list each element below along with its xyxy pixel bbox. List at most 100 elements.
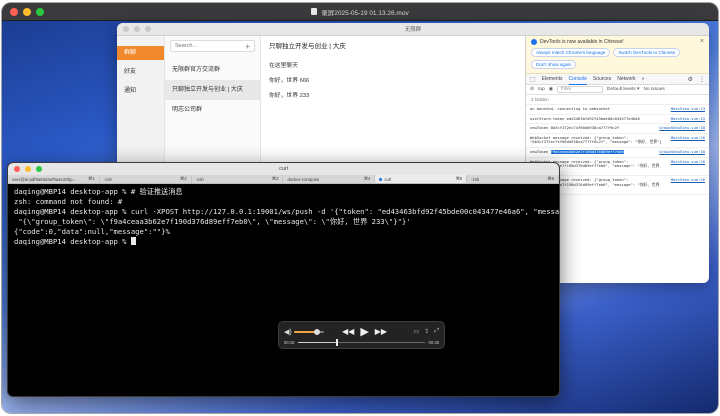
timeline: 00:15 00:48 — [284, 338, 439, 346]
console-log-text: newToken 0b3cf372ec74f60dd938ca777f9c2f — [530, 126, 620, 131]
more-icon[interactable]: ⋮ — [699, 76, 705, 83]
volume-slider[interactable] — [294, 328, 324, 335]
filter-input[interactable]: Filter — [556, 86, 603, 93]
quicktime-window: 录屏2025-05-19 01.13.26.mov 无限群 群聊 好友 通知 + — [2, 3, 718, 413]
dont-show-button[interactable]: Don't show again — [531, 60, 577, 69]
terminal-tab[interactable]: -zsh ⌘3 — [192, 175, 284, 183]
app-titlebar[interactable]: 无限群 — [117, 23, 709, 36]
playhead[interactable] — [336, 338, 338, 346]
app-close-button[interactable] — [123, 26, 129, 32]
app-minimize-button[interactable] — [134, 26, 140, 32]
devtools-tabs: ⬚ Elements Console Sources Network » ⚙ ⋮ — [526, 74, 709, 85]
player-title: 录屏2025-05-19 01.13.26.mov — [311, 7, 409, 17]
player-controls: ◀) ◀◀ ▶ ▶▶ ▭ ⇪ ⤢ 00:15 00:48 — [278, 321, 445, 349]
context-selector[interactable]: top — [538, 87, 545, 92]
terminal-output[interactable]: daqing@MBP14 desktop-app % # 验证推送消息 zsh:… — [8, 184, 559, 250]
volume-knob[interactable] — [313, 328, 320, 335]
terminal-tab-label: -zsh — [471, 176, 480, 182]
terminal-line: daqing@MBP14 desktop-app % — [14, 237, 553, 247]
nav-item-friends[interactable]: 好友 — [117, 65, 164, 79]
inspect-icon[interactable]: ⬚ — [530, 76, 536, 83]
player-title-text: 录屏2025-05-19 01.13.26.mov — [321, 9, 409, 17]
speaker-icon[interactable]: ◀) — [284, 328, 294, 336]
video-file-icon — [311, 8, 318, 15]
app-window-controls — [123, 26, 151, 32]
chat-message: 你好，世界 666 — [269, 78, 310, 84]
group-item[interactable]: 只聊独立开发与创业 | 大庆 — [165, 80, 260, 100]
minimize-button[interactable] — [23, 8, 31, 16]
console-log-entry: newToken f9a4ceaa3b62e7f190d376d89eff7eb… — [526, 148, 709, 158]
info-icon — [531, 39, 537, 45]
terminal-maximize-button[interactable] — [36, 166, 42, 172]
expand-icon[interactable]: ⤢ — [434, 328, 439, 335]
terminal-tab-shortcut: ⌘5 — [455, 176, 463, 181]
airplay-icon[interactable]: ▭ — [413, 328, 419, 335]
group-item[interactable]: 无限群官方交流群 — [165, 60, 260, 80]
terminal-tab-label: -zsh — [195, 176, 204, 182]
terminal-tab[interactable]: docker-compose ⌘4 — [283, 175, 376, 183]
terminal-tab-shortcut: ⌘1 — [88, 176, 95, 181]
highlighted-token: f9a4ceaa3b62e7f190d376d89eff7eb0 — [550, 149, 624, 154]
switch-language-button[interactable]: Switch DevTools to Chinese — [613, 48, 681, 57]
nav-item-groups[interactable]: 群聊 — [117, 46, 164, 60]
activity-dot-icon — [379, 177, 383, 181]
console-log-source-link[interactable]: MainView.vue:26 — [671, 178, 705, 192]
terminal-titlebar[interactable]: curl — [8, 163, 559, 175]
console-log-text: on mounted, connecting to websocket — [530, 107, 611, 111]
search-bar: + — [170, 40, 255, 52]
terminal-tab[interactable]: -zsh ⌘2 — [100, 175, 192, 183]
close-button[interactable] — [10, 8, 18, 16]
rewind-icon[interactable]: ◀◀ — [342, 327, 354, 336]
console-log-entry: userStore.token ed43463bfd92f45bde00c043… — [526, 115, 709, 125]
share-icon[interactable]: ⇪ — [424, 328, 429, 335]
terminal-minimize-button[interactable] — [25, 166, 31, 172]
play-icon[interactable]: ▶ — [360, 325, 368, 338]
transport-controls: ◀◀ ▶ ▶▶ — [342, 325, 387, 338]
terminal-tab-shortcut: ⌘3 — [271, 176, 279, 181]
terminal-tab-label: curl — [379, 177, 391, 182]
eye-icon[interactable]: ◉ — [549, 87, 553, 92]
fullscreen-button[interactable] — [36, 8, 44, 16]
nav-item-notifications[interactable]: 通知 — [117, 84, 164, 98]
console-log-text: userStore.token ed43463bfd92f45bde00c043… — [530, 116, 640, 121]
terminal-line: daqing@MBP14 desktop-app % # 验证推送消息 — [14, 187, 183, 196]
console-log-entry: on mounted, connecting to websocket MainV… — [526, 105, 709, 115]
devtools-language-banner: DevTools is now available in Chinese! Al… — [526, 36, 709, 74]
tab-elements[interactable]: Elements — [542, 74, 563, 85]
log-levels-dropdown[interactable]: Default levels ▾ — [607, 87, 640, 92]
terminal-close-button[interactable] — [14, 166, 20, 172]
scrub-bar[interactable] — [298, 338, 425, 346]
console-log-source-link[interactable]: MainView.vue:15 — [671, 116, 705, 122]
terminal-tab[interactable]: user@ai-pdf9a93d4ef9a4e20bp... ⌘1 — [8, 175, 100, 183]
terminal-tab-active[interactable]: curl ⌘5 — [375, 175, 468, 183]
console-log-source-link[interactable]: MainView.vue:26 — [671, 159, 705, 174]
terminal-tab-label-text: curl — [384, 176, 392, 182]
console-log-source-link[interactable]: GroupShowView.vue:18 — [659, 149, 705, 155]
window-controls — [10, 8, 44, 16]
console-log-entry: newToken 0b3cf372ec74f60dd938ca777f9c2f G… — [526, 124, 709, 134]
group-item[interactable]: 明志公司群 — [165, 100, 260, 120]
search-input[interactable] — [175, 43, 246, 49]
player-controls-row: ◀) ◀◀ ▶ ▶▶ ▭ ⇪ ⤢ — [284, 325, 439, 338]
app-maximize-button[interactable] — [145, 26, 151, 32]
clear-console-icon[interactable]: ⊘ — [530, 87, 534, 92]
tab-more[interactable]: » — [642, 74, 645, 85]
console-log-source-link[interactable]: MainView.vue:13 — [671, 106, 705, 112]
match-language-button[interactable]: Always match Chrome's language — [531, 48, 611, 57]
fast-forward-icon[interactable]: ▶▶ — [375, 327, 387, 336]
terminal-response: {"code":0,"data":null,"message":""}% — [14, 227, 170, 236]
close-icon[interactable]: × — [700, 38, 704, 45]
terminal-tab-label: -zsh — [103, 176, 112, 182]
issues-indicator[interactable]: No Issues — [643, 87, 664, 92]
tab-console[interactable]: Console — [568, 74, 587, 85]
player-titlebar[interactable]: 录屏2025-05-19 01.13.26.mov — [2, 3, 718, 21]
tab-network[interactable]: Network — [617, 74, 635, 85]
console-log-source-link[interactable]: GroupShowView.vue:18 — [659, 126, 705, 131]
tab-sources[interactable]: Sources — [593, 74, 611, 85]
gear-icon[interactable]: ⚙ — [688, 76, 693, 83]
terminal-line: zsh: command not found: # — [14, 197, 123, 206]
console-log-source-link[interactable]: MainView.vue:26 — [671, 135, 705, 145]
add-group-button[interactable]: + — [245, 42, 250, 51]
terminal-tab-shortcut: ⌘6 — [547, 176, 554, 181]
terminal-tab[interactable]: -zsh ⌘6 — [467, 175, 559, 183]
